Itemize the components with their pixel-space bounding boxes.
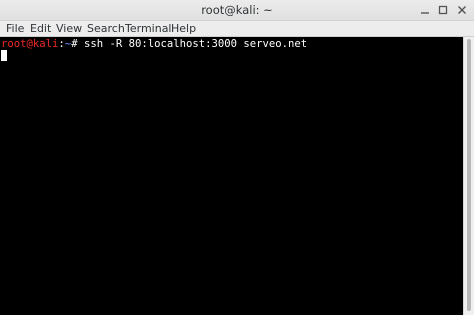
- vertical-scrollbar[interactable]: [463, 37, 474, 315]
- command-line: root@kali:~# ssh -R 80:localhost:3000 se…: [1, 38, 307, 50]
- menu-help[interactable]: Help: [171, 22, 196, 35]
- maximize-button[interactable]: [436, 3, 450, 17]
- menu-file[interactable]: File: [6, 22, 24, 35]
- text-cursor: [1, 50, 7, 61]
- menu-search[interactable]: Search: [87, 22, 125, 35]
- menu-edit[interactable]: Edit: [30, 22, 51, 35]
- minimize-icon: [421, 12, 429, 14]
- terminal-window: root@kali: ~ File Edit View Search Termi…: [0, 0, 474, 315]
- prompt-user: root@kali: [1, 38, 59, 50]
- close-button[interactable]: [455, 3, 469, 17]
- menu-view[interactable]: View: [56, 22, 82, 35]
- window-title: root@kali: ~: [201, 3, 273, 17]
- menu-bar: File Edit View Search Terminal Help: [0, 21, 474, 37]
- terminal-area[interactable]: root@kali:~# ssh -R 80:localhost:3000 se…: [0, 37, 463, 315]
- menu-terminal[interactable]: Terminal: [125, 22, 172, 35]
- close-icon: [458, 6, 466, 14]
- scrollbar-thumb[interactable]: [467, 39, 471, 311]
- title-bar[interactable]: root@kali: ~: [0, 0, 474, 21]
- maximize-icon: [438, 5, 448, 15]
- command-text: ssh -R 80:localhost:3000 serveo.net: [77, 38, 308, 50]
- minimize-button[interactable]: [418, 3, 432, 17]
